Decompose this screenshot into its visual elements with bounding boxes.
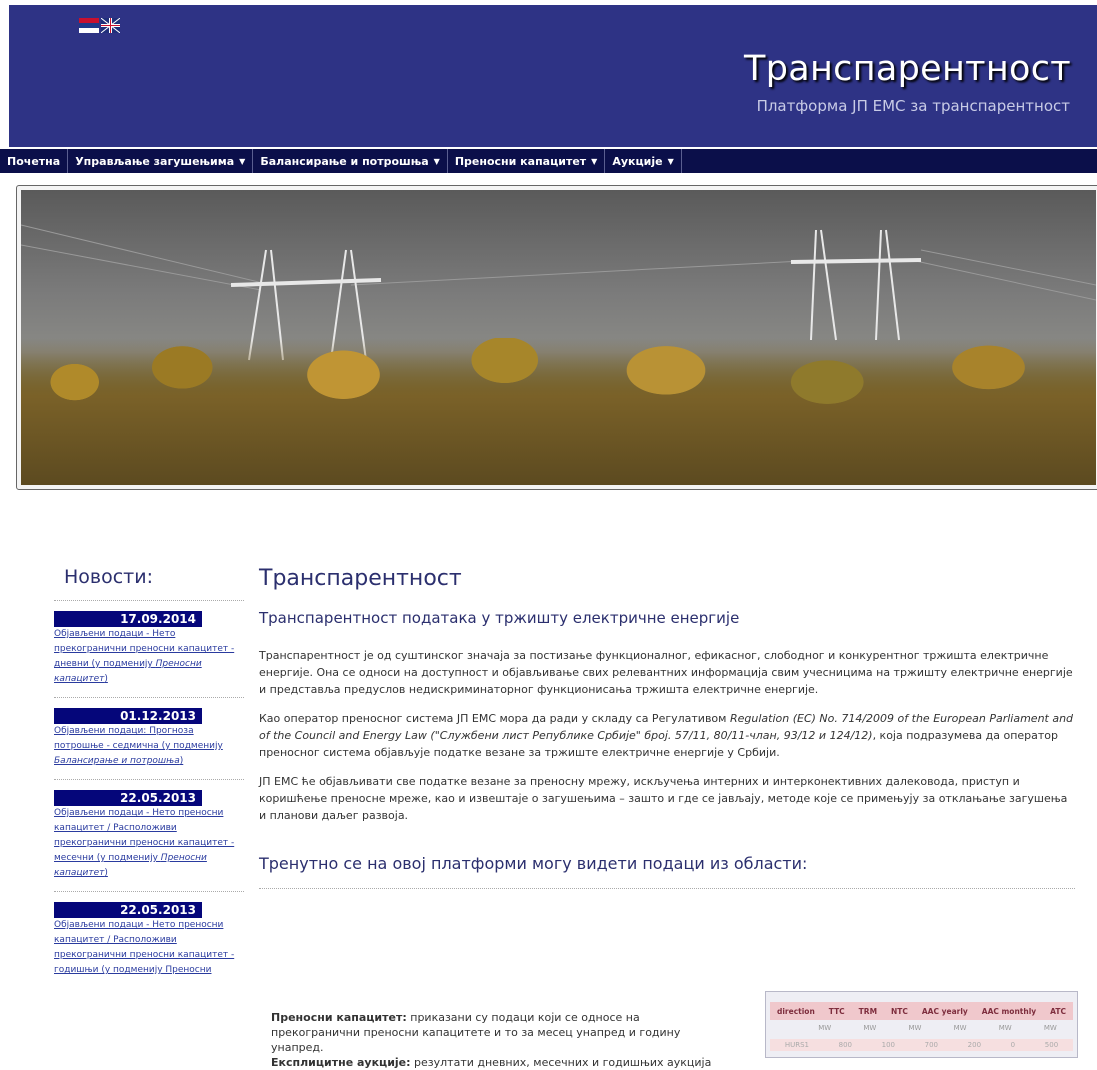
news-item: 17.09.2014 Објављени подаци - Нето преко… <box>54 611 244 687</box>
regulation-paragraph: Као оператор преносног система ЈП ЕМС мо… <box>259 712 1074 759</box>
news-item: 22.05.2013 Објављени подаци - Нето прено… <box>54 790 244 881</box>
thumbnail-units-row: MW MW MW MW MW MW <box>818 1024 1057 1032</box>
main-content: Транспарентност Транспарентност података… <box>259 566 1075 889</box>
intro-paragraph: Транспарентност је од суштинског значаја… <box>259 649 1073 696</box>
language-switcher <box>79 18 120 33</box>
news-link[interactable]: Објављени подаци: Прогноза потрошње - се… <box>54 724 244 769</box>
nav-item-label: Преносни капацитет <box>454 154 587 168</box>
power-lines-photo <box>21 190 1096 485</box>
nav-item-label: Почетна <box>7 154 61 168</box>
divider <box>54 891 244 892</box>
data-areas-text: Преносни капацитет: приказани су подаци … <box>271 1011 712 1069</box>
main-nav: Почетна Управљање загушењима ▼ Балансирањ… <box>0 149 1097 173</box>
divider <box>54 600 244 601</box>
nav-item-transmission-capacity[interactable]: Преносни капацитет ▼ <box>448 149 606 173</box>
nav-item-label: Управљање загушењима <box>75 154 235 168</box>
divider <box>54 697 244 698</box>
page-subtitle: Транспарентност података у тржишту елект… <box>259 609 740 627</box>
thumbnail-header-row: direction TTC TRM NTC AAC yearly AAC monthly A… <box>770 1002 1073 1020</box>
nav-item-congestion-management[interactable]: Управљање загушењима ▼ <box>68 149 254 173</box>
news-item: 01.12.2013 Објављени подаци: Прогноза по… <box>54 708 244 769</box>
nav-item-label: Аукције <box>612 154 663 168</box>
uk-flag-icon[interactable] <box>101 18 120 33</box>
publication-paragraph: ЈП ЕМС ће објављивати све податке везане… <box>259 775 1068 822</box>
news-sidebar: Новости: 17.09.2014 Објављени подаци - Н… <box>54 566 244 988</box>
site-header: Транспарентност Платформа ЈП ЕМС за тран… <box>9 5 1097 147</box>
site-subtitle: Платформа ЈП ЕМС за транспарентност <box>756 97 1070 115</box>
hero-banner <box>16 185 1097 490</box>
serbian-flag-icon[interactable] <box>79 18 99 33</box>
dropdown-arrow-icon: ▼ <box>239 156 246 166</box>
news-date: 01.12.2013 <box>54 708 202 724</box>
autumn-forest <box>21 337 1096 485</box>
nav-item-label: Балансирање и потрошња <box>260 154 429 168</box>
dropdown-arrow-icon: ▼ <box>667 156 674 166</box>
site-title: Транспарентност <box>744 49 1071 89</box>
news-heading: Новости: <box>64 566 153 588</box>
news-item: 22.05.2013 Објављени подаци - Нето прено… <box>54 902 244 978</box>
nav-item-balancing[interactable]: Балансирање и потрошња ▼ <box>253 149 448 173</box>
section-heading: Тренутно се на овој платформи могу видет… <box>259 854 1075 889</box>
dropdown-arrow-icon: ▼ <box>591 156 598 166</box>
thumbnail-data-row: HURS1 800 100 700 200 0 500 <box>770 1039 1073 1051</box>
news-date: 17.09.2014 <box>54 611 202 627</box>
capacity-table-thumbnail[interactable]: direction TTC TRM NTC AAC yearly AAC monthly A… <box>765 991 1078 1058</box>
nav-item-home[interactable]: Почетна <box>0 149 69 173</box>
news-link[interactable]: Објављени подаци - Нето прекогранични пр… <box>54 627 244 687</box>
page-title: Транспарентност <box>259 566 462 591</box>
news-link[interactable]: Објављени подаци - Нето преносни капацит… <box>54 806 244 881</box>
news-link[interactable]: Објављени подаци - Нето преносни капацит… <box>54 918 244 978</box>
news-date: 22.05.2013 <box>54 790 202 806</box>
nav-item-auctions[interactable]: Аукције ▼ <box>605 149 682 173</box>
divider <box>54 779 244 780</box>
news-date: 22.05.2013 <box>54 902 202 918</box>
dropdown-arrow-icon: ▼ <box>433 156 440 166</box>
